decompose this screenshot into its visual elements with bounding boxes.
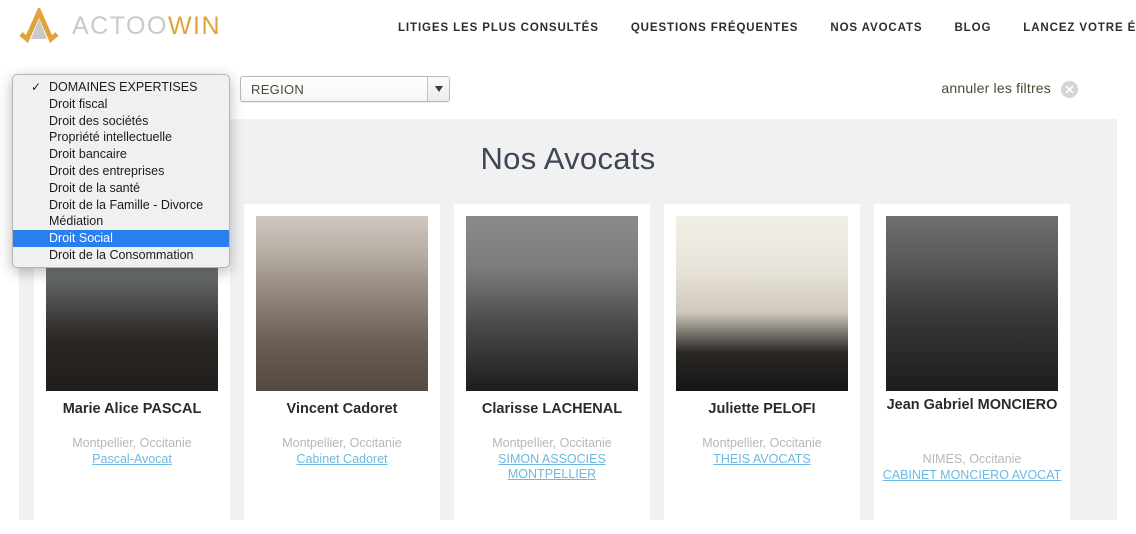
lawyer-card[interactable]: Vincent Cadoret Montpellier, Occitanie C… (244, 204, 440, 520)
lawyer-location: Montpellier, Occitanie (282, 436, 402, 450)
dropdown-item-label: Droit de la Consommation (49, 247, 194, 262)
dropdown-item-droit-bancaire[interactable]: Droit bancaire (13, 146, 229, 163)
lawyer-name: Jean Gabriel MONCIERO (886, 397, 1058, 413)
nav-item-nos-avocats[interactable]: NOS AVOCATS (830, 22, 922, 78)
dropdown-item-label: Droit des entreprises (49, 163, 165, 178)
logo-wordmark: ACTOO WIN (72, 12, 221, 41)
dropdown-item-droit-de-la-famille-divorce[interactable]: Droit de la Famille - Divorce (13, 197, 229, 214)
checkmark-icon: ✓ (31, 80, 42, 94)
nav-item-litiges[interactable]: LITIGES LES PLUS CONSULTÉS (398, 22, 599, 36)
site-logo[interactable]: ACTOO WIN (18, 8, 221, 44)
nav-item-questions[interactable]: QUESTIONS FRÉQUENTES (631, 22, 799, 36)
nav-item-blog[interactable]: BLOG (954, 22, 991, 36)
portrait-image (256, 216, 428, 391)
lawyer-firm-link[interactable]: THEIS AVOCATS (668, 452, 856, 467)
portrait-image (886, 216, 1058, 391)
lawyer-card[interactable]: Clarisse LACHENAL Montpellier, Occitanie… (454, 204, 650, 520)
dropdown-item-droit-fiscal[interactable]: Droit fiscal (13, 96, 229, 113)
dropdown-item-droit-de-la-sante[interactable]: Droit de la santé (13, 180, 229, 197)
portrait-image (676, 216, 848, 391)
dropdown-item-domaines-expertises[interactable]: ✓ DOMAINES EXPERTISES (13, 79, 229, 96)
lawyer-firm-link[interactable]: Cabinet Cadoret (248, 452, 436, 467)
lawyer-name: Clarisse LACHENAL (481, 401, 623, 417)
lawyer-location: Montpellier, Occitanie (492, 436, 612, 450)
site-header: ACTOO WIN LITIGES LES PLUS CONSULTÉS QUES… (0, 0, 1136, 78)
portrait-image (466, 216, 638, 391)
chevron-down-icon[interactable] (427, 77, 449, 101)
region-select-value: REGION (251, 81, 305, 97)
dropdown-item-label: Droit bancaire (49, 147, 127, 162)
lawyer-name: Juliette PELOFI (708, 401, 816, 417)
logo-wordmark-part2: WIN (167, 11, 222, 40)
main-navigation: LITIGES LES PLUS CONSULTÉS QUESTIONS FRÉ… (398, 0, 1136, 78)
lawyer-name: Marie Alice PASCAL (62, 401, 202, 417)
lawyer-firm-link[interactable]: Pascal-Avocat (38, 452, 226, 467)
lawyer-location: Montpellier, Occitanie (702, 436, 822, 450)
lawyer-firm-link[interactable]: CABINET MONCIERO AVOCAT (878, 468, 1066, 483)
domaines-expertises-dropdown-menu[interactable]: ✓ DOMAINES EXPERTISES Droit fiscal Droit… (12, 74, 230, 268)
dropdown-item-droit-social[interactable]: Droit Social (13, 230, 229, 247)
region-select[interactable]: REGION (240, 76, 450, 102)
dropdown-item-label: Droit de la Famille - Divorce (49, 197, 204, 212)
dropdown-item-label: Propriété intellectuelle (49, 130, 172, 145)
dropdown-item-label: DOMAINES EXPERTISES (49, 80, 198, 94)
nav-item-lancez-votre-etude[interactable]: LANCEZ VOTRE ÉTUDE (1023, 22, 1136, 36)
dropdown-item-label: Droit des sociétés (49, 113, 149, 128)
reset-filters-label[interactable]: annuler les filtres (941, 80, 1051, 96)
close-circle-icon[interactable] (1061, 81, 1078, 98)
lawyer-card[interactable]: Jean Gabriel MONCIERO NIMES, Occitanie C… (874, 204, 1070, 520)
dropdown-item-label: Droit fiscal (49, 96, 108, 111)
lawyer-card[interactable]: Juliette PELOFI Montpellier, Occitanie T… (664, 204, 860, 520)
dropdown-item-droit-des-entreprises[interactable]: Droit des entreprises (13, 163, 229, 180)
dropdown-item-droit-des-societes[interactable]: Droit des sociétés (13, 113, 229, 130)
dropdown-item-mediation[interactable]: Médiation (13, 213, 229, 230)
dropdown-item-droit-de-la-consommation[interactable]: Droit de la Consommation (13, 247, 229, 264)
dropdown-item-label: Médiation (49, 214, 104, 229)
dropdown-item-propriete-intellectuelle[interactable]: Propriété intellectuelle (13, 129, 229, 146)
lawyer-name: Vincent Cadoret (286, 401, 398, 417)
lawyer-location: Montpellier, Occitanie (72, 436, 192, 450)
lawyer-firm-link[interactable]: SIMON ASSOCIES MONTPELLIER (458, 452, 646, 482)
dropdown-item-label: Droit de la santé (49, 180, 141, 195)
logo-wordmark-part1: ACTOO (72, 11, 168, 40)
actoowin-logo-icon (18, 8, 62, 44)
dropdown-item-label: Droit Social (49, 231, 113, 246)
lawyer-location: NIMES, Occitanie (922, 452, 1022, 466)
